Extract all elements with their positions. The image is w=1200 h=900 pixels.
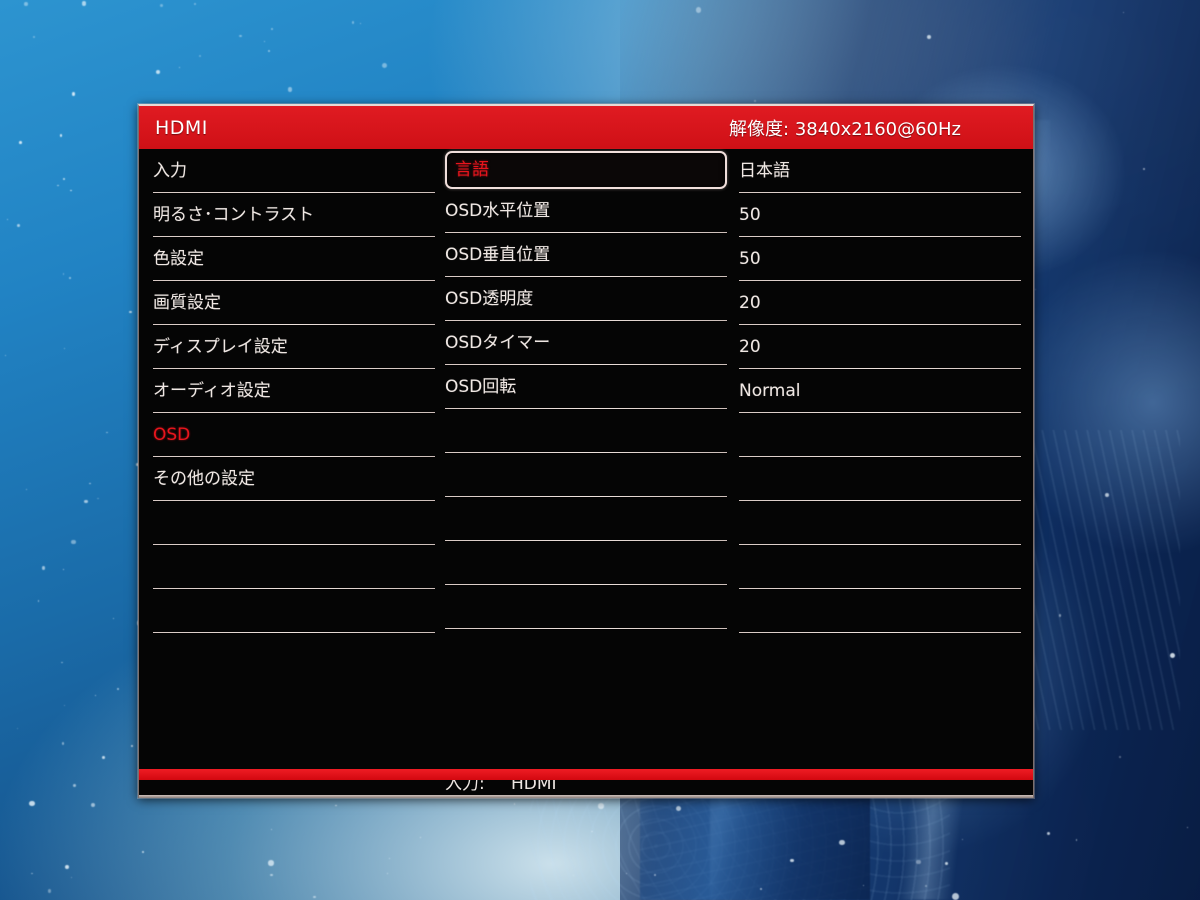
osd-setting-value-row[interactable]: [739, 545, 1021, 589]
osd-setting-value-row[interactable]: [739, 589, 1021, 633]
osd-setting-value-row[interactable]: [739, 501, 1021, 545]
osd-setting-item-row[interactable]: [445, 497, 727, 541]
osd-menu-item-label: その他の設定: [153, 468, 255, 489]
osd-menu-item-label: OSD: [153, 424, 191, 445]
osd-setting-item-label: OSDタイマー: [445, 332, 551, 353]
osd-setting-value-row[interactable]: 50: [739, 237, 1021, 281]
osd-menu-item-label: オーディオ設定: [153, 380, 271, 401]
osd-status-block: 入力:HDMI 解像度:3840x2160@60Hz: [445, 727, 668, 798]
osd-setting-item-row[interactable]: [445, 453, 727, 497]
osd-menu-item-label: ディスプレイ設定: [153, 336, 288, 357]
osd-menu-item-label: 明るさ･コントラスト: [153, 204, 315, 225]
osd-setting-value-label: 20: [739, 336, 761, 357]
osd-body: 入力明るさ･コントラスト 色設定画質設定ディスプレイ設定 オーディオ設定 OSD その他…: [139, 149, 1033, 794]
osd-setting-item-label: OSD垂直位置: [445, 244, 551, 265]
osd-setting-item-row[interactable]: OSD水平位置: [445, 189, 727, 233]
osd-menu-item-label: 色設定: [153, 248, 204, 269]
osd-setting-value-label: 50: [739, 248, 761, 269]
osd-menu-column: 入力明るさ･コントラスト 色設定画質設定ディスプレイ設定 オーディオ設定 OSD その他…: [153, 149, 435, 633]
osd-setting-item-row[interactable]: OSDタイマー: [445, 321, 727, 365]
osd-setting-item-label: OSD回転: [445, 376, 517, 397]
osd-setting-value-row[interactable]: Normal: [739, 369, 1021, 413]
osd-menu-item-row[interactable]: その他の設定: [153, 457, 435, 501]
osd-setting-value-row[interactable]: [739, 457, 1021, 501]
osd-setting-value-row[interactable]: 20: [739, 281, 1021, 325]
osd-menu-item-row[interactable]: OSD: [153, 413, 435, 457]
osd-menu-item-row[interactable]: 色設定: [153, 237, 435, 281]
osd-source-title: HDMI: [155, 116, 208, 139]
osd-setting-value-row[interactable]: 50: [739, 193, 1021, 237]
osd-setting-item-row[interactable]: OSD垂直位置: [445, 233, 727, 277]
osd-menu-item-row[interactable]: オーディオ設定: [153, 369, 435, 413]
osd-menu-item-row[interactable]: ディスプレイ設定: [153, 325, 435, 369]
osd-header-resolution: 解像度: 3840x2160@60Hz: [729, 118, 961, 140]
osd-footer-bar: [139, 769, 1033, 780]
osd-menu-item-row[interactable]: 画質設定: [153, 281, 435, 325]
osd-menu-item-label: 入力: [153, 160, 187, 181]
osd-menu-item-row[interactable]: [153, 501, 435, 545]
osd-setting-item-row[interactable]: 言語: [445, 151, 727, 189]
osd-menu-item-label: 画質設定: [153, 292, 221, 313]
osd-menu-item-row[interactable]: 明るさ･コントラスト: [153, 193, 435, 237]
row-separator: [739, 632, 1021, 633]
osd-setting-value-label: 20: [739, 292, 761, 313]
osd-item-column: 言語 OSD水平位置 OSD垂直位置 OSD透明度 OSDタイマー OSD回転: [445, 149, 727, 629]
row-separator: [153, 632, 435, 633]
osd-setting-value-label: 日本語: [739, 160, 790, 181]
osd-setting-item-row[interactable]: OSD透明度: [445, 277, 727, 321]
osd-setting-item-label: OSD水平位置: [445, 200, 551, 221]
osd-setting-item-label: 言語: [455, 159, 489, 180]
osd-menu-item-row[interactable]: [153, 589, 435, 633]
osd-menu-item-row[interactable]: [153, 545, 435, 589]
osd-menu-item-row[interactable]: 入力: [153, 149, 435, 193]
row-separator: [445, 628, 727, 629]
osd-setting-value-label: 50: [739, 204, 761, 225]
osd-setting-value-row[interactable]: 日本語: [739, 149, 1021, 193]
osd-setting-value-label: Normal: [739, 380, 801, 401]
osd-setting-value-row[interactable]: 20: [739, 325, 1021, 369]
screen: HDMI 解像度: 3840x2160@60Hz 入力明るさ･コントラスト 色設定…: [0, 0, 1200, 900]
osd-header: HDMI 解像度: 3840x2160@60Hz: [139, 106, 1033, 149]
osd-panel: HDMI 解像度: 3840x2160@60Hz 入力明るさ･コントラスト 色設定…: [138, 104, 1034, 798]
osd-value-column: 日本語 50 50 20 20 Normal: [739, 149, 1021, 633]
osd-setting-item-row[interactable]: OSD回転: [445, 365, 727, 409]
osd-setting-value-row[interactable]: [739, 413, 1021, 457]
osd-setting-item-row[interactable]: [445, 585, 727, 629]
osd-setting-item-label: OSD透明度: [445, 288, 534, 309]
osd-setting-item-row[interactable]: [445, 541, 727, 585]
osd-setting-item-row[interactable]: [445, 409, 727, 453]
